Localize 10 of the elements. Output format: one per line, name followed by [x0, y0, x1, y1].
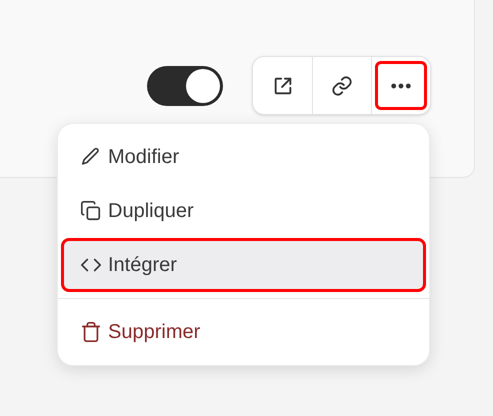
- link-icon: [331, 74, 353, 96]
- menu-item[interactable]: Dupliquer: [61, 184, 426, 238]
- menu-item[interactable]: Modifier: [61, 130, 426, 184]
- menu-item[interactable]: Supprimer: [61, 305, 426, 359]
- menu-item[interactable]: Intégrer: [61, 238, 426, 292]
- copy-icon: [80, 200, 102, 222]
- trash-icon: [80, 321, 102, 343]
- toggle-switch[interactable]: [147, 66, 223, 106]
- more-button[interactable]: [375, 61, 427, 110]
- more-icon: [391, 82, 411, 88]
